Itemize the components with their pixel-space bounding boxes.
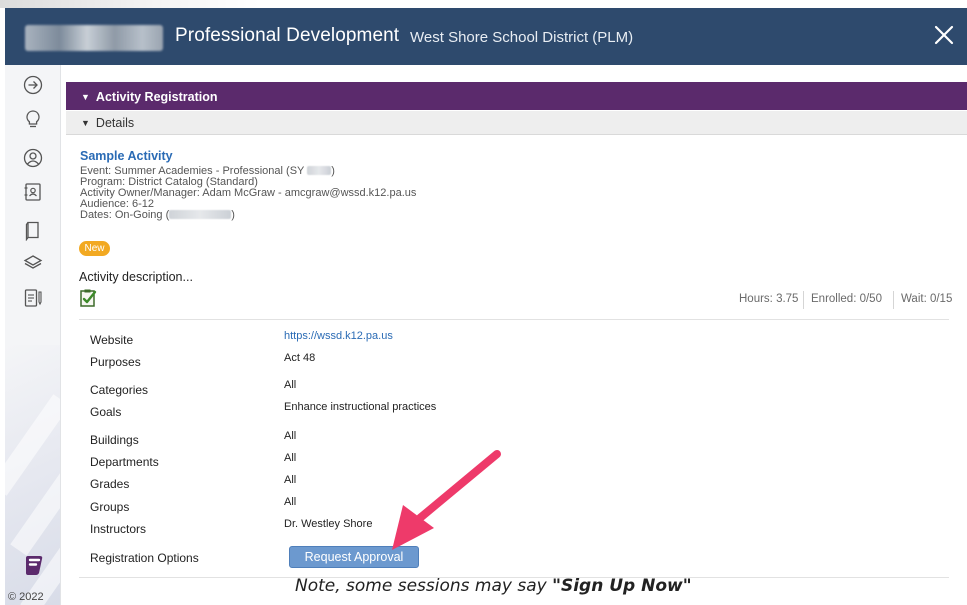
field-label-instructors: Instructors [90, 522, 147, 536]
main-content: ▼ Activity Registration ▼ Details Sample A… [61, 65, 967, 605]
caret-down-icon: ▼ [81, 118, 90, 128]
redacted-text [169, 210, 232, 219]
app-header: Professional Development West Shore Scho… [5, 8, 967, 65]
annotation-note: Note, some sessions may say "Sign Up Now… [295, 576, 692, 596]
field-label-grades: Grades [90, 477, 130, 491]
field-value-buildings: All [284, 430, 297, 442]
caret-down-icon: ▼ [81, 92, 90, 102]
field-value-departments: All [284, 452, 297, 464]
district-logo [25, 25, 163, 51]
activity-registration-header[interactable]: ▼ Activity Registration [66, 82, 967, 110]
clipboard-check-icon[interactable] [79, 288, 99, 308]
layers-icon[interactable] [22, 251, 44, 273]
field-label-departments: Departments [90, 455, 159, 469]
activity-registration-label: Activity Registration [95, 90, 218, 104]
request-approval-button[interactable]: Request Approval [289, 546, 419, 568]
arrow-right-circle-icon[interactable] [22, 74, 44, 96]
field-label-groups: Groups [90, 500, 130, 514]
details-header[interactable]: ▼ Details [66, 111, 967, 135]
hours-stat: Hours: 3.75 [739, 293, 799, 305]
book-icon[interactable] [22, 219, 44, 241]
field-value-purposes: Act 48 [284, 352, 316, 364]
close-icon[interactable] [929, 20, 959, 50]
app-title: Professional Development [175, 25, 400, 46]
frontline-logo-icon [26, 556, 43, 575]
field-label-purposes: Purposes [90, 355, 141, 369]
divider [79, 319, 949, 320]
wait-stat: Wait: 0/15 [901, 293, 953, 305]
field-value-grades: All [284, 474, 297, 486]
dates-line: Dates: On-Going () [80, 209, 235, 221]
document-edit-icon[interactable] [22, 287, 44, 309]
enrolled-stat: Enrolled: 0/50 [811, 293, 882, 305]
field-value-categories: All [284, 379, 297, 391]
district-name: West Shore School District (PLM) [410, 29, 634, 46]
contact-book-icon[interactable] [22, 181, 44, 203]
field-label-buildings: Buildings [90, 433, 139, 447]
field-label-goals: Goals [90, 405, 122, 419]
field-value-groups: All [284, 496, 297, 508]
details-label: Details [95, 116, 135, 130]
activity-description: Activity description... [79, 270, 193, 284]
website-link[interactable]: https://wssd.k12.pa.us [284, 330, 393, 342]
redacted-text [307, 166, 332, 175]
left-nav-rail: © 2022 [5, 65, 61, 605]
field-label-categories: Categories [90, 383, 149, 397]
user-circle-icon[interactable] [22, 147, 44, 169]
lightbulb-icon[interactable] [22, 108, 44, 130]
copyright-text: © 2022 [8, 591, 44, 603]
field-value-instructors: Dr. Westley Shore [284, 518, 373, 530]
top-strip [0, 0, 967, 8]
activity-title[interactable]: Sample Activity [80, 149, 173, 163]
field-value-goals: Enhance instructional practices [284, 401, 437, 413]
field-label-website: Website [90, 333, 134, 347]
new-badge: New [79, 241, 110, 256]
field-label-registration-options: Registration Options [90, 551, 199, 565]
